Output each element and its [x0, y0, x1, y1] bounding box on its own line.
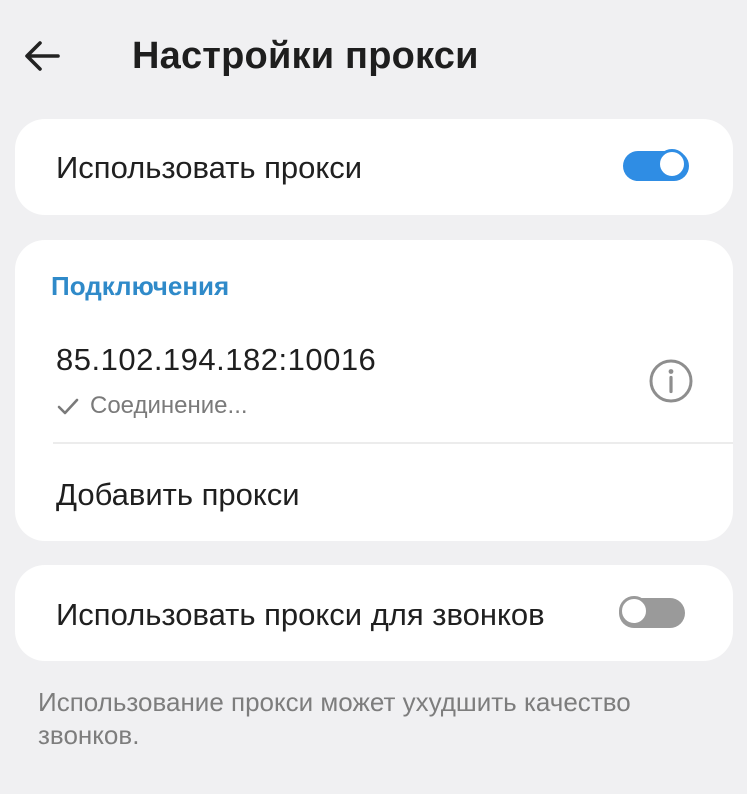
- toggle-thumb: [657, 149, 687, 179]
- proxy-status-text: Соединение...: [90, 392, 248, 419]
- calls-proxy-toggle[interactable]: [619, 596, 685, 630]
- proxy-address: 85.102.194.182:10016: [56, 342, 377, 377]
- calls-proxy-label[interactable]: Использовать прокси для звонков: [56, 597, 545, 633]
- connections-card: Подключения 85.102.194.182:10016 Соедине…: [15, 240, 733, 541]
- check-icon: [57, 398, 79, 415]
- info-icon: [649, 359, 693, 403]
- arrow-left-icon: [25, 41, 60, 71]
- proxy-status: Соединение...: [56, 392, 248, 420]
- toggle-thumb: [619, 596, 649, 626]
- proxy-list-item[interactable]: 85.102.194.182:10016 Соединение...: [15, 330, 733, 443]
- page-title: Настройки прокси: [132, 35, 479, 77]
- connections-section-title: Подключения: [51, 271, 230, 301]
- app-bar: Настройки прокси: [0, 0, 747, 112]
- use-proxy-toggle[interactable]: [623, 149, 689, 183]
- back-button[interactable]: [20, 36, 64, 76]
- calls-proxy-footnote: Использование прокси может ухудшить каче…: [38, 687, 631, 750]
- calls-proxy-card: Использовать прокси для звонков: [15, 565, 733, 661]
- use-proxy-card: Использовать прокси: [15, 119, 733, 215]
- use-proxy-label[interactable]: Использовать прокси: [56, 150, 362, 186]
- divider: [53, 442, 733, 444]
- proxy-info-button[interactable]: [648, 358, 694, 404]
- add-proxy-button[interactable]: Добавить прокси: [56, 477, 300, 513]
